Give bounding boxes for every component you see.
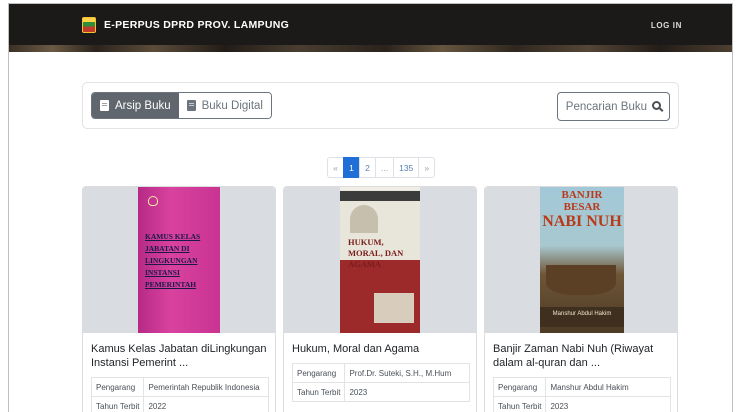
- pagination-next[interactable]: »: [418, 157, 436, 178]
- tab-group: Arsip Buku Buku Digital: [91, 92, 272, 119]
- book-meta: Pengarang Prof.Dr. Suteki, S.H., M.Hum T…: [291, 363, 470, 402]
- meta-key: Tahun Terbit: [90, 396, 145, 412]
- book-meta: Pengarang Manshur Abdul Hakim Tahun Terb…: [492, 377, 671, 412]
- tab-arsip-buku[interactable]: Arsip Buku: [92, 93, 179, 118]
- meta-key: Pengarang: [492, 377, 547, 397]
- lampung-emblem-icon: [82, 17, 96, 33]
- tab-buku-digital[interactable]: Buku Digital: [178, 93, 271, 118]
- search-button[interactable]: Pencarian Buku: [556, 92, 670, 121]
- cover-author: Manshur Abdul Hakim: [552, 311, 612, 317]
- pagination-page-last[interactable]: 135: [393, 157, 420, 178]
- meta-key: Pengarang: [291, 363, 346, 383]
- meta-value-author: Prof.Dr. Suteki, S.H., M.Hum: [344, 363, 470, 383]
- cover-title-top: BANJIR BESAR: [561, 189, 603, 213]
- login-link[interactable]: LOG IN: [651, 21, 682, 30]
- cover-image: BANJIR BESAR NABI NUH Manshur Abdul Haki…: [540, 187, 624, 333]
- brand[interactable]: E-PERPUS DPRD PROV. LAMPUNG: [82, 17, 289, 33]
- book-title[interactable]: Kamus Kelas Jabatan diLingkungan Instans…: [91, 342, 271, 370]
- page-frame: E-PERPUS DPRD PROV. LAMPUNG LOG IN Arsip…: [8, 3, 733, 412]
- meta-key: Tahun Terbit: [492, 396, 547, 412]
- meta-row-year: Tahun Terbit 2022: [90, 396, 269, 412]
- meta-value-year: 2022: [143, 396, 269, 412]
- book-card[interactable]: BANJIR BESAR NABI NUH Manshur Abdul Haki…: [484, 186, 678, 412]
- ark-illustration: [546, 265, 616, 295]
- cover-text: HUKUM, MORAL, DAN AGAMA: [348, 237, 404, 269]
- book-cover[interactable]: BANJIR BESAR NABI NUH Manshur Abdul Haki…: [485, 187, 677, 333]
- pagination-page-1[interactable]: 1: [343, 157, 360, 178]
- meta-value-year: 2023: [545, 396, 671, 412]
- meta-value-author: Manshur Abdul Hakim: [545, 377, 671, 397]
- meta-row-year: Tahun Terbit 2023: [291, 382, 470, 402]
- meta-key: Pengarang: [90, 377, 145, 397]
- cover-title-main: NABI NUH: [542, 213, 622, 230]
- search-icon: [652, 101, 661, 110]
- meta-row-year: Tahun Terbit 2023: [492, 396, 671, 412]
- meta-row-author: Pengarang Prof.Dr. Suteki, S.H., M.Hum: [291, 363, 470, 383]
- pagination-prev[interactable]: «: [327, 157, 344, 178]
- book-card[interactable]: KAMUS KELAS JABATAN DI LINGKUNGAN INSTAN…: [82, 186, 276, 412]
- tab-label: Buku Digital: [201, 99, 263, 112]
- toolbar-card: Arsip Buku Buku Digital Pencarian Buku: [82, 82, 679, 129]
- book-title[interactable]: Banjir Zaman Nabi Nuh (Riwayat dalam al-…: [493, 342, 673, 370]
- meta-key: Tahun Terbit: [291, 382, 346, 402]
- lady-justice-illustration: [350, 205, 378, 233]
- pagination: « 1 2 ... 135 »: [327, 157, 436, 178]
- search-label: Pencarian Buku: [565, 100, 647, 113]
- tab-label: Arsip Buku: [115, 99, 171, 112]
- meta-value-author: Pemerintah Republik Indonesia: [143, 377, 269, 397]
- cover-band: [540, 307, 624, 327]
- navbar: E-PERPUS DPRD PROV. LAMPUNG LOG IN: [9, 4, 732, 52]
- cover-image: HUKUM, MORAL, DAN AGAMA: [340, 187, 420, 333]
- meta-value-year: 2023: [344, 382, 470, 402]
- meta-row-author: Pengarang Manshur Abdul Hakim: [492, 377, 671, 397]
- book-cover[interactable]: KAMUS KELAS JABATAN DI LINGKUNGAN INSTAN…: [83, 187, 275, 333]
- book-icon: [100, 100, 109, 111]
- cover-image: KAMUS KELAS JABATAN DI LINGKUNGAN INSTAN…: [138, 187, 220, 333]
- book-cover[interactable]: HUKUM, MORAL, DAN AGAMA: [284, 187, 476, 333]
- pagination-ellipsis: ...: [375, 157, 395, 178]
- book-meta: Pengarang Pemerintah Republik Indonesia …: [90, 377, 269, 412]
- book-icon: [186, 100, 196, 111]
- brand-title: E-PERPUS DPRD PROV. LAMPUNG: [104, 19, 290, 31]
- cover-text: KAMUS KELAS JABATAN DI LINGKUNGAN INSTAN…: [145, 232, 201, 289]
- meta-row-author: Pengarang Pemerintah Republik Indonesia: [90, 377, 269, 397]
- pagination-page-2[interactable]: 2: [359, 157, 376, 178]
- building-illustration: [374, 293, 414, 323]
- book-title[interactable]: Hukum, Moral dan Agama: [292, 342, 472, 356]
- garuda-emblem-icon: [148, 196, 158, 206]
- cover-band: [340, 191, 420, 201]
- header-banner-strip: [9, 45, 732, 52]
- book-card[interactable]: HUKUM, MORAL, DAN AGAMA Hukum, Moral dan…: [283, 186, 477, 412]
